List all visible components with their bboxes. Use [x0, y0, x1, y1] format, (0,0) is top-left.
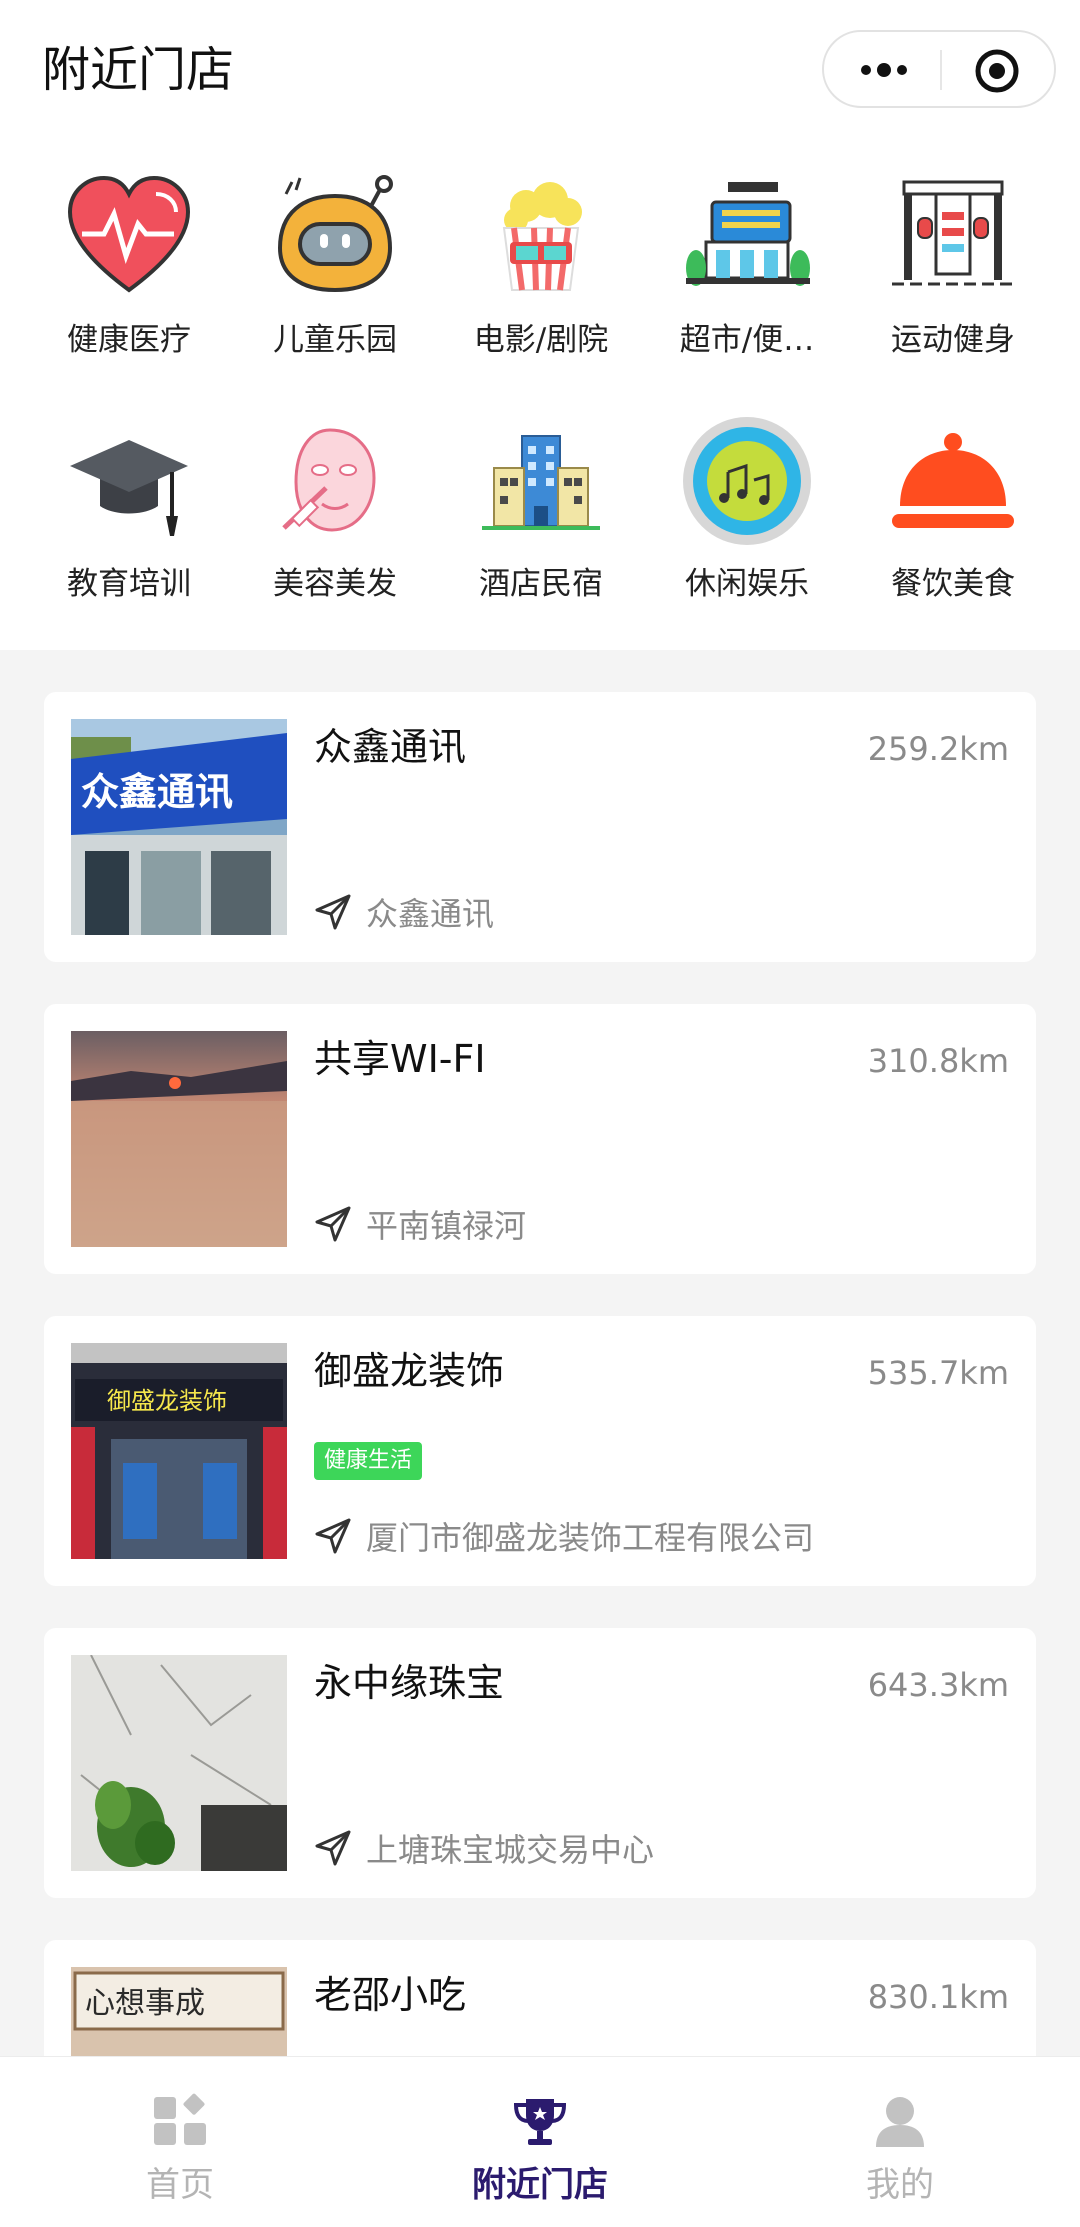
store-photo [71, 1031, 287, 1247]
store-address-text: 平南镇禄河 [366, 1207, 527, 1245]
home-grid-icon [154, 2093, 206, 2145]
popcorn-icon [502, 182, 582, 291]
category-label: 休闲娱乐 [685, 566, 809, 602]
store-address[interactable]: 众鑫通讯 [314, 890, 494, 934]
heart-pulse-icon [67, 175, 191, 293]
store-name: 永中缘珠宝 [314, 1661, 505, 1705]
category-grid: 健康医疗 儿童乐园 电影/剧院 超市/便… 运动健身 教育培训 美容美发 酒店民… [0, 142, 1080, 650]
store-name: 老邵小吃 [314, 1973, 467, 2017]
store-distance: 643.3km [867, 1666, 1009, 1704]
robot-toy-icon [277, 175, 393, 293]
category-supermarket[interactable]: 超市/便… [644, 142, 850, 362]
category-label: 健康医疗 [67, 322, 191, 358]
trophy-icon [513, 2099, 567, 2145]
tab-bar: 首页 附近门店 我的 [0, 2056, 1080, 2227]
more-icon[interactable] [854, 52, 914, 88]
navigate-icon [315, 894, 351, 930]
store-photo: 御盛龙装饰 [71, 1343, 287, 1559]
category-beauty[interactable]: 美容美发 [232, 386, 438, 606]
header: 附近门店 [0, 0, 1080, 142]
store-distance: 535.7km [867, 1354, 1009, 1392]
close-miniprogram-icon[interactable] [974, 48, 1020, 94]
hotel-building-icon [482, 435, 600, 530]
store-photo [71, 1655, 287, 1871]
store-card[interactable]: 众鑫通讯 众鑫通讯 259.2km 众鑫通讯 [44, 692, 1036, 962]
navigate-icon [315, 1518, 351, 1554]
navigate-icon [315, 1206, 351, 1242]
store-address[interactable]: 平南镇禄河 [314, 1202, 526, 1246]
graduation-cap-icon [70, 440, 188, 536]
category-kids[interactable]: 儿童乐园 [232, 142, 438, 362]
store-distance: 259.2km [867, 730, 1009, 768]
store-photo: 众鑫通讯 [71, 719, 287, 935]
category-health[interactable]: 健康医疗 [26, 142, 232, 362]
store-card[interactable]: 御盛龙装饰 御盛龙装饰 535.7km 健康生活 厦门市御盛龙装饰工程有限公司 [44, 1316, 1036, 1586]
supermarket-cart-icon [686, 182, 810, 286]
tab-label: 首页 [146, 2165, 214, 2205]
gym-machine-icon [892, 180, 1014, 286]
category-label: 电影/剧院 [473, 322, 609, 358]
tab-home[interactable]: 首页 [0, 2057, 360, 2227]
store-address-text: 众鑫通讯 [366, 895, 495, 933]
category-education[interactable]: 教育培训 [26, 386, 232, 606]
store-sign-text: 心想事成 [85, 1986, 205, 2021]
category-fitness[interactable]: 运动健身 [850, 142, 1056, 362]
store-name: 众鑫通讯 [314, 725, 467, 769]
store-card[interactable]: 共享WI-FI 310.8km 平南镇禄河 [44, 1004, 1036, 1274]
store-distance: 830.1km [867, 1978, 1009, 2016]
category-leisure[interactable]: 休闲娱乐 [644, 386, 850, 606]
food-cloche-icon [892, 433, 1014, 528]
miniprogram-capsule [822, 30, 1056, 108]
store-address[interactable]: 上塘珠宝城交易中心 [314, 1826, 654, 1870]
store-card[interactable]: 永中缘珠宝 643.3km 上塘珠宝城交易中心 [44, 1628, 1036, 1898]
category-label: 美容美发 [273, 566, 397, 602]
store-address[interactable]: 厦门市御盛龙装饰工程有限公司 [314, 1514, 814, 1558]
page-title: 附近门店 [42, 42, 235, 98]
category-label: 酒店民宿 [479, 566, 603, 602]
category-cinema[interactable]: 电影/剧院 [438, 142, 644, 362]
category-label: 运动健身 [891, 322, 1015, 358]
user-icon [876, 2097, 924, 2147]
store-address-text: 厦门市御盛龙装饰工程有限公司 [366, 1519, 815, 1557]
tab-label: 附近门店 [472, 2165, 608, 2205]
capsule-divider [940, 50, 942, 90]
music-disc-icon [683, 417, 811, 545]
category-food[interactable]: 餐饮美食 [850, 386, 1056, 606]
category-label: 教育培训 [67, 566, 191, 602]
store-sign-text: 御盛龙装饰 [107, 1387, 227, 1415]
navigate-icon [315, 1830, 351, 1866]
store-address-text: 上塘珠宝城交易中心 [366, 1831, 655, 1869]
category-label: 餐饮美食 [891, 566, 1015, 602]
tab-nearby-stores[interactable]: 附近门店 [360, 2057, 720, 2227]
store-sign-text: 众鑫通讯 [81, 770, 233, 814]
face-mask-icon [282, 428, 376, 532]
store-distance: 310.8km [867, 1042, 1009, 1080]
store-tag: 健康生活 [314, 1442, 423, 1480]
category-hotel[interactable]: 酒店民宿 [438, 386, 644, 606]
store-name: 共享WI-FI [314, 1037, 486, 1081]
tab-label: 我的 [866, 2165, 934, 2205]
category-label: 儿童乐园 [273, 322, 397, 358]
category-label: 超市/便… [679, 322, 815, 358]
tab-me[interactable]: 我的 [720, 2057, 1080, 2227]
store-name: 御盛龙装饰 [314, 1349, 505, 1393]
